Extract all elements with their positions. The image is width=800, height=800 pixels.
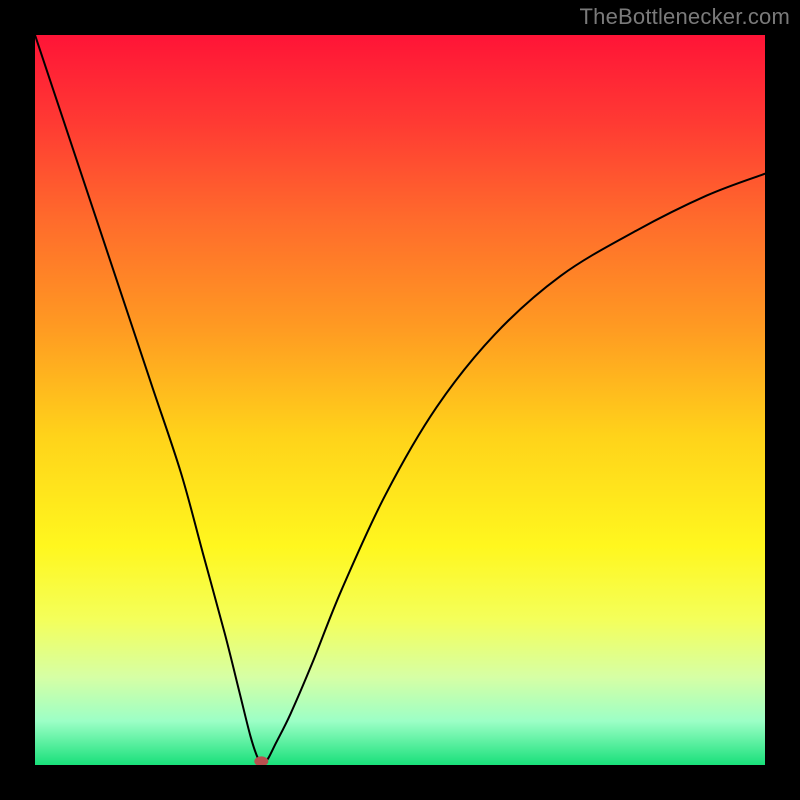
gradient-background bbox=[35, 35, 765, 765]
watermark-text: TheBottlenecker.com bbox=[580, 4, 790, 30]
chart-svg bbox=[35, 35, 765, 765]
plot-area bbox=[35, 35, 765, 765]
chart-frame: TheBottlenecker.com bbox=[0, 0, 800, 800]
